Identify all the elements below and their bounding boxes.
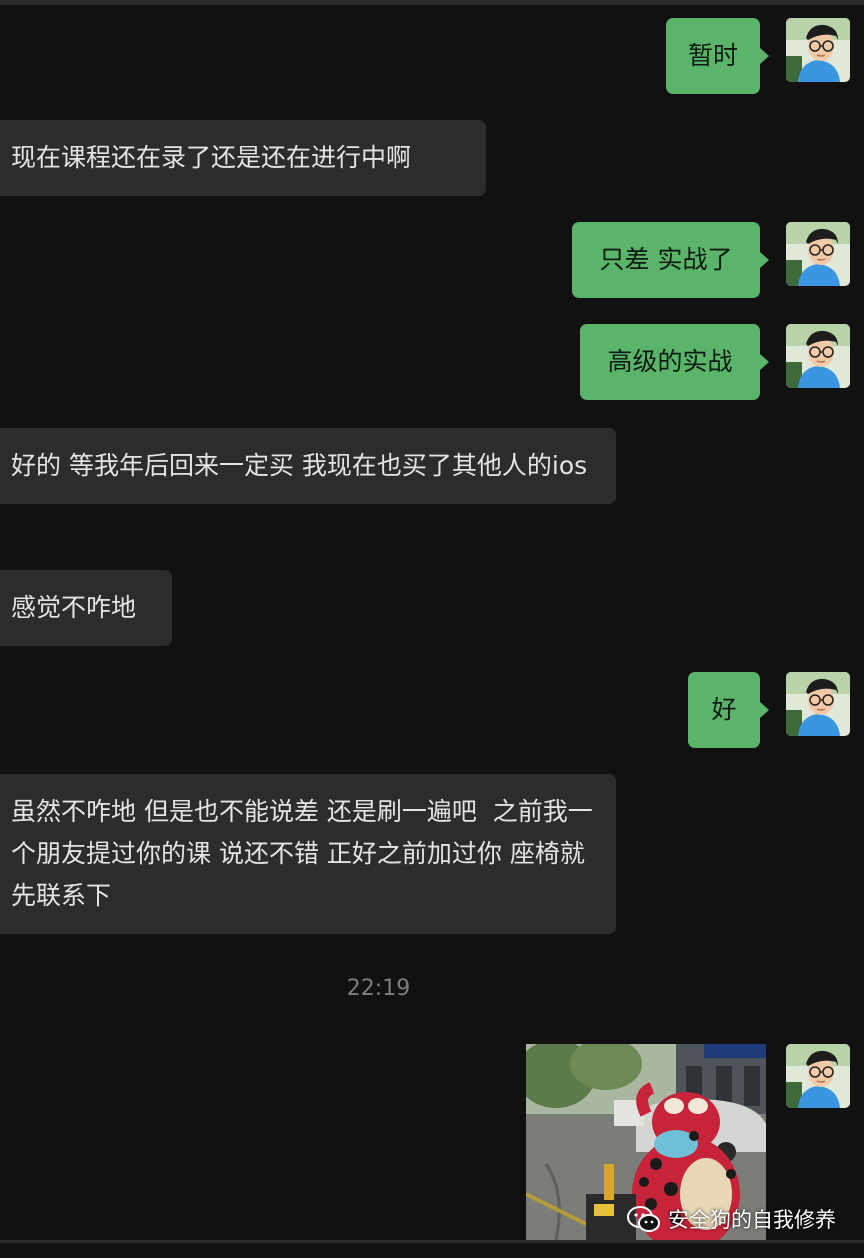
- avatar[interactable]: [786, 1044, 850, 1108]
- wechat-icon: [627, 1206, 660, 1232]
- message-bubble-incoming[interactable]: 虽然不咋地 但是也不能说差 还是刷一遍吧 之前我一个朋友提过你的课 说还不错 正…: [0, 774, 616, 934]
- avatar[interactable]: [786, 222, 850, 286]
- message-bubble-incoming[interactable]: 感觉不咋地: [0, 570, 172, 646]
- avatar[interactable]: [786, 672, 850, 736]
- bubble-tail: [760, 48, 769, 64]
- message-timestamp: 22:19: [346, 976, 411, 1001]
- message-bubble-outgoing[interactable]: 暂时: [666, 18, 760, 94]
- watermark-text: 安全狗的自我修养: [668, 1208, 836, 1232]
- message-bubble-outgoing[interactable]: 高级的实战: [580, 324, 760, 400]
- message-bubble-outgoing[interactable]: 好: [688, 672, 760, 748]
- message-bubble-outgoing[interactable]: 只差 实战了: [572, 222, 760, 298]
- bubble-tail: [760, 252, 769, 268]
- bubble-tail: [760, 702, 769, 718]
- watermark: 安全狗的自我修养: [626, 1202, 836, 1236]
- top-divider: [0, 0, 864, 5]
- message-bubble-incoming[interactable]: 好的 等我年后回来一定买 我现在也买了其他人的ios: [0, 428, 616, 504]
- avatar[interactable]: [786, 18, 850, 82]
- avatar[interactable]: [786, 324, 850, 388]
- bottom-divider: [0, 1240, 864, 1243]
- bubble-tail: [760, 354, 769, 370]
- message-bubble-incoming[interactable]: 现在课程还在录了还是还在进行中啊: [0, 120, 486, 196]
